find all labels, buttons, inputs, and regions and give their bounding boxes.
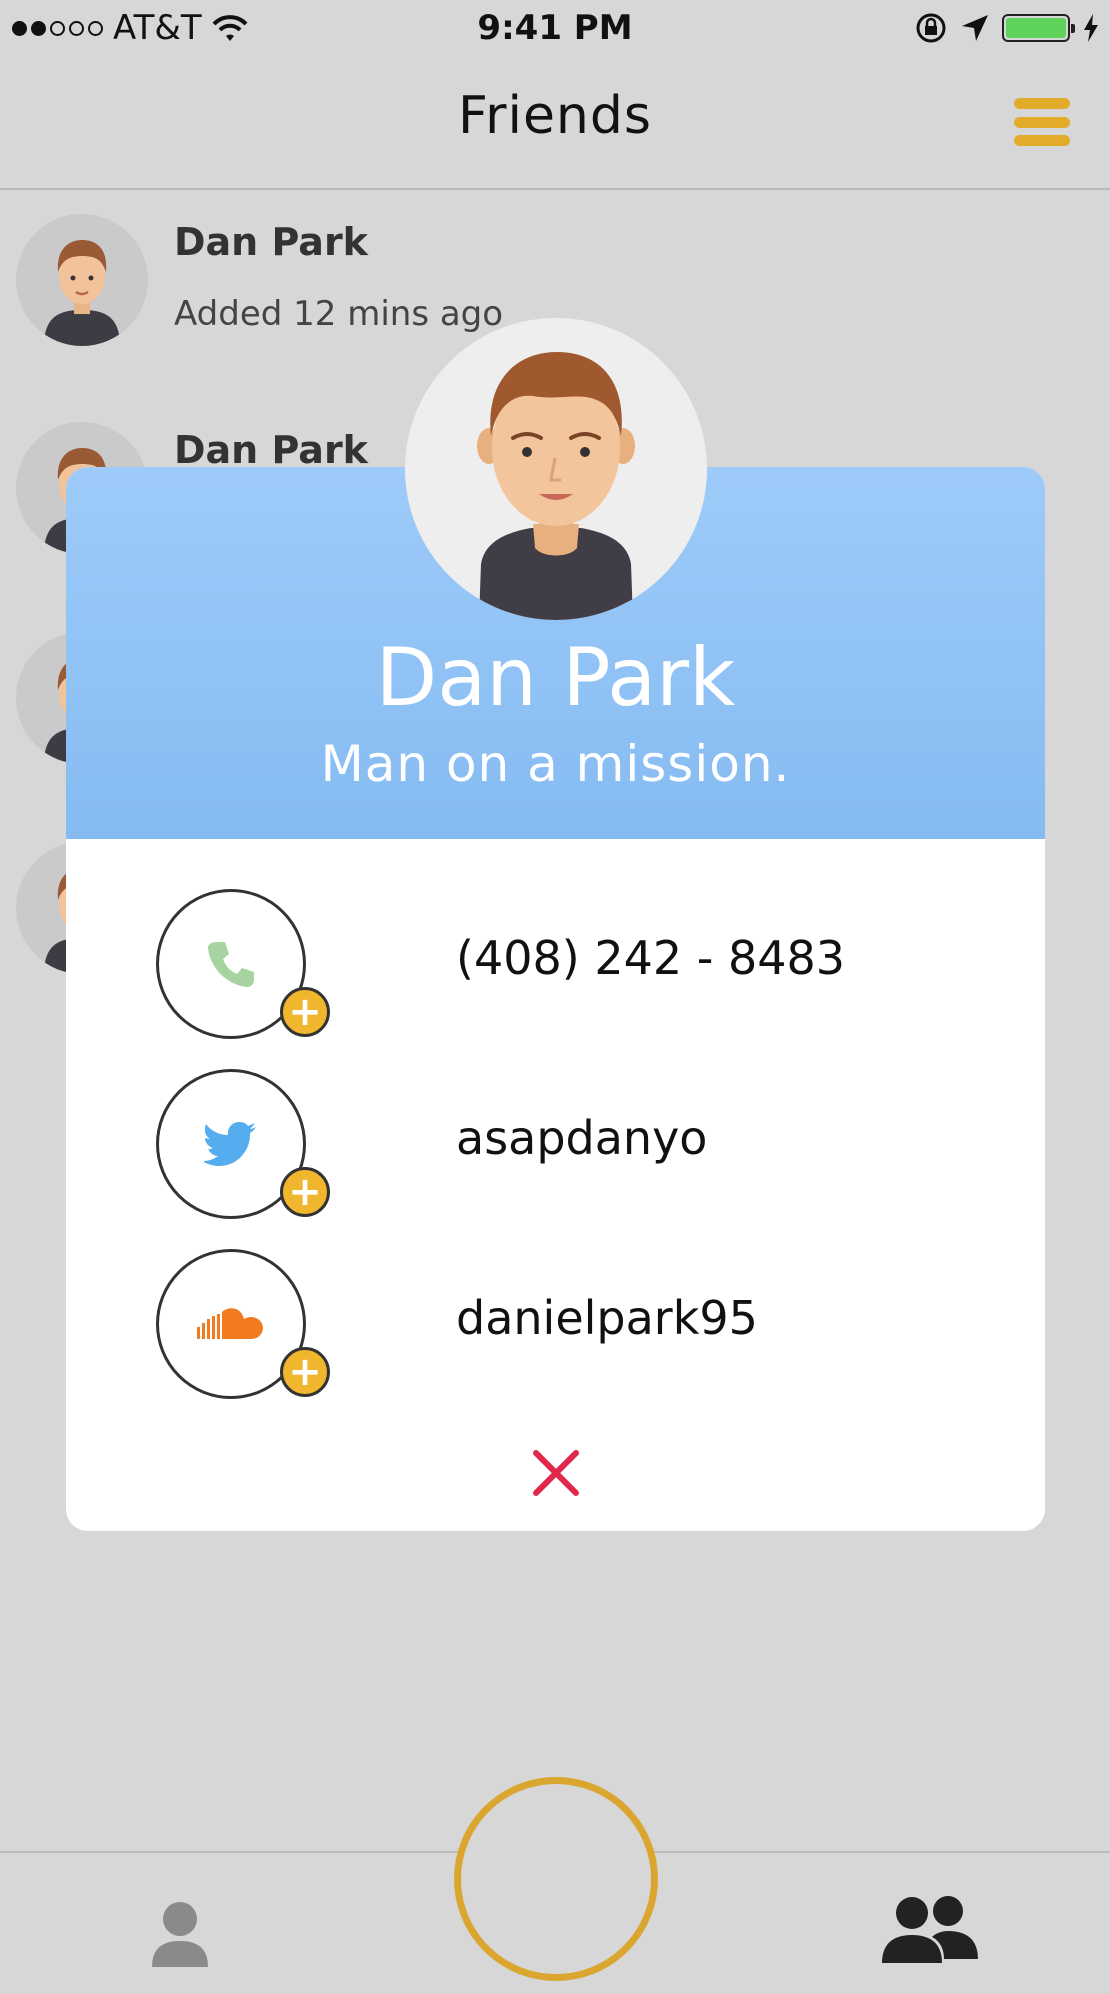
rotation-lock-icon xyxy=(916,13,946,43)
status-right xyxy=(914,10,1100,46)
phone-icon xyxy=(208,942,254,987)
add-twitter-button[interactable]: + xyxy=(280,1167,330,1217)
contact-row-soundcloud: + danielpark95 xyxy=(66,1249,1045,1399)
contact-row-phone: + (408) 242 - 8483 xyxy=(66,889,1045,1039)
add-phone-button[interactable]: + xyxy=(280,987,330,1037)
hamburger-menu-icon[interactable] xyxy=(1014,98,1070,146)
twitter-icon xyxy=(204,1122,256,1166)
record-button[interactable] xyxy=(454,1777,658,1981)
friend-name: Dan Park xyxy=(174,220,368,264)
add-soundcloud-button[interactable]: + xyxy=(280,1347,330,1397)
contact-row-twitter: + asapdanyo xyxy=(66,1069,1045,1219)
navigation-bar: Friends xyxy=(0,56,1110,190)
status-bar: AT&T 9:41 PM xyxy=(0,0,1110,56)
friends-icon[interactable] xyxy=(880,1891,980,1971)
profile-status: Man on a mission. xyxy=(320,735,791,793)
profile-icon[interactable] xyxy=(140,1897,220,1977)
soundcloud-username: danielpark95 xyxy=(456,1291,758,1345)
phone-number: (408) 242 - 8483 xyxy=(456,931,846,985)
profile-name: Dan Park xyxy=(375,631,736,724)
twitter-handle: asapdanyo xyxy=(456,1111,708,1165)
profile-card: Dan Park Man on a mission. + (408) 242 -… xyxy=(66,467,1045,1531)
battery-icon xyxy=(1002,14,1075,42)
page-title: Friends xyxy=(457,86,652,146)
location-arrow-icon xyxy=(962,15,988,41)
friend-name: Dan Park xyxy=(174,428,368,472)
avatar xyxy=(16,214,148,346)
friend-added-time: Added 12 mins ago xyxy=(174,294,504,334)
profile-avatar xyxy=(405,318,707,620)
soundcloud-icon xyxy=(197,1308,263,1339)
charging-bolt-icon xyxy=(1084,14,1098,42)
close-icon[interactable] xyxy=(528,1445,584,1501)
